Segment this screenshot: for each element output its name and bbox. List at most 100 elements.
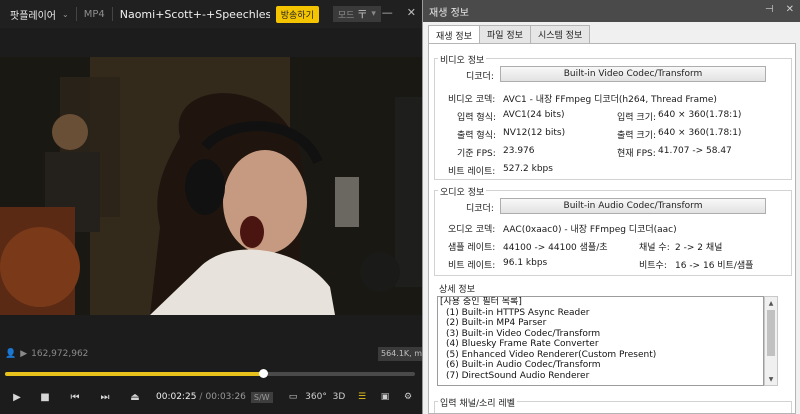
scroll-up-icon[interactable]: ▲ (765, 297, 777, 309)
3d-button[interactable]: 3D (330, 388, 348, 406)
current-fps-label: 현재 FPS: (617, 149, 656, 159)
playback-info-window: 재생 정보 ⊣ ✕ 재생 정보 파일 정보 시스템 정보 비디오 정보 디코더:… (422, 0, 800, 414)
window-controls: 〒 — ✕ (357, 6, 416, 22)
stop-icon[interactable]: ■ (36, 388, 54, 406)
base-fps-value: 23.976 (503, 146, 535, 156)
list-item: (7) DirectSound Audio Renderer (446, 370, 590, 381)
chevron-down-icon[interactable]: ⌄ (62, 10, 69, 19)
list-item: (6) Built-in Audio Codec/Transform (446, 360, 601, 370)
list-item: (2) Built-in MP4 Parser (446, 318, 547, 328)
detail-group-title: 상세 정보 (437, 282, 477, 295)
next-icon[interactable]: ⏭ (96, 388, 114, 406)
time-separator: / (199, 392, 203, 402)
input-channel-group: 입력 채널/소리 레벨 (434, 396, 792, 413)
seek-bar-handle[interactable] (259, 369, 269, 378)
format-label: MP4 (83, 8, 105, 20)
panel-title: 재생 정보 (429, 7, 469, 19)
play-small-icon: ▶ (20, 349, 28, 359)
mode-label: 모드 (337, 10, 355, 21)
audio-decoder-label: 디코더: (466, 204, 494, 214)
audio-decoder-button[interactable]: Built-in Audio Codec/Transform (500, 198, 766, 214)
video-bitrate-value: 527.2 kbps (503, 164, 553, 174)
screen-icon[interactable]: ▭ (284, 388, 302, 406)
capture-icon[interactable]: ▣ (376, 388, 394, 406)
input-format-value: AVC1(24 bits) (503, 110, 565, 120)
channel-count-label: 채널 수: (639, 243, 670, 253)
close-icon[interactable]: ✕ (786, 4, 794, 15)
output-size-label: 출력 크기: (617, 131, 657, 141)
audio-codec-label: 오디오 코덱: (448, 225, 496, 235)
audio-group-title: 오디오 정보 (438, 185, 487, 198)
broadcast-button[interactable]: 방송하기 (275, 5, 319, 23)
list-item: [사용 중인 필터 목록] (440, 297, 522, 307)
audio-bitrate-value: 96.1 kbps (503, 258, 548, 268)
video-group-title: 비디오 정보 (438, 53, 487, 66)
bit-depth-value: 16 -> 16 비트/샘플 (675, 261, 754, 271)
play-icon[interactable]: ▶ (8, 388, 26, 406)
divider (111, 7, 113, 21)
input-channel-group-title: 입력 채널/소리 레벨 (438, 396, 517, 409)
sample-rate-label: 샘플 레이트: (448, 243, 496, 253)
channel-count-value: 2 -> 2 채널 (675, 243, 723, 253)
current-fps-value: 41.707 -> 58.47 (658, 146, 732, 156)
video-info-group: 비디오 정보 디코더: Built-in Video Codec/Transfo… (434, 53, 792, 180)
base-fps-label: 기준 FPS: (457, 149, 496, 159)
user-icon: 👤 (5, 349, 17, 359)
input-size-value: 640 × 360(1.78:1) (658, 110, 742, 120)
video-decoder-label: 디코더: (466, 72, 494, 82)
output-format-value: NV12(12 bits) (503, 128, 566, 138)
status-strip: 👤 ▶ 162,972,962 564.1K, me (0, 346, 422, 362)
output-format-label: 출력 형식: (457, 131, 497, 141)
minimize-icon[interactable]: — (382, 6, 393, 22)
time-total: 00:03:26 (205, 392, 246, 402)
sw-decoder-badge[interactable]: S/W (250, 391, 273, 403)
audio-bitrate-label: 비트 레이트: (448, 261, 496, 271)
divider (75, 7, 77, 21)
panel-titlebar: 재생 정보 ⊣ ✕ (423, 0, 800, 22)
input-format-label: 입력 형식: (457, 113, 497, 123)
info-count: 162,972,962 (31, 349, 89, 359)
video-decoder-button[interactable]: Built-in Video Codec/Transform (500, 66, 766, 82)
previous-icon[interactable]: ⏮ (66, 388, 84, 406)
scroll-down-icon[interactable]: ▼ (765, 373, 777, 385)
list-item: (3) Built-in Video Codec/Transform (446, 328, 601, 339)
seek-bar-fill (5, 372, 264, 376)
settings-icon[interactable]: ⚙ (399, 388, 417, 406)
sample-rate-value: 44100 -> 44100 샘플/초 (503, 243, 608, 253)
tab-content: 비디오 정보 디코더: Built-in Video Codec/Transfo… (428, 43, 796, 414)
audio-codec-value: AAC(0xaac0) - 내장 FFmpeg 디코더(aac) (503, 225, 677, 235)
video-bitrate-label: 비트 레이트: (448, 167, 496, 177)
pin-icon[interactable]: ⊣ (765, 4, 774, 15)
video-codec-label: 비디오 코덱: (448, 95, 496, 105)
list-item: (5) Enhanced Video Renderer(Custom Prese… (446, 349, 657, 360)
video-codec-value: AVC1 - 내장 FFmpeg 디코더(h264, Thread Frame) (503, 95, 717, 105)
time-current: 00:02:25 (156, 392, 197, 402)
tab-file-info[interactable]: 파일 정보 (478, 25, 531, 43)
filter-list[interactable]: [사용 중인 필터 목록] (1) Built-in HTTPS Async R… (437, 296, 764, 386)
tab-bar: 재생 정보 파일 정보 시스템 정보 (428, 25, 591, 44)
media-title: Naomi+Scott+-+Speechless+(fro (119, 7, 270, 21)
close-icon[interactable]: ✕ (407, 6, 416, 22)
playlist-icon[interactable]: ☰ (353, 388, 371, 406)
player-titlebar: 팟플레이어 ⌄ MP4 Naomi+Scott+-+Speechless+(fr… (0, 0, 422, 28)
video-frame[interactable] (0, 57, 422, 315)
filter-list-scrollbar[interactable]: ▲ ▼ (764, 296, 778, 386)
input-size-label: 입력 크기: (617, 113, 657, 123)
audio-info-group: 오디오 정보 디코더: Built-in Audio Codec/Transfo… (434, 185, 792, 276)
tab-system-info[interactable]: 시스템 정보 (529, 25, 591, 43)
right-controls: ▭ 360° 3D ☰ ▣ ⚙ (284, 388, 417, 406)
vr-360-button[interactable]: 360° (305, 388, 327, 406)
playback-controls: ▶ ■ ⏮ ⏭ ⏏ 00:02:25 / 00:03:26 S/W ▭ 360°… (0, 386, 422, 408)
pin-icon[interactable]: 〒 (357, 6, 368, 22)
seek-bar[interactable] (5, 369, 415, 378)
video-image (0, 57, 422, 315)
player-window: 팟플레이어 ⌄ MP4 Naomi+Scott+-+Speechless+(fr… (0, 0, 422, 414)
app-menu-button[interactable]: 팟플레이어 (10, 7, 56, 22)
scroll-thumb[interactable] (767, 310, 775, 356)
list-item: (1) Built-in HTTPS Async Reader (446, 307, 590, 318)
bit-depth-label: 비트수: (639, 261, 667, 271)
tab-playback-info[interactable]: 재생 정보 (428, 25, 480, 44)
bitrate-box: 564.1K, me (378, 347, 422, 361)
list-item: (4) Bluesky Frame Rate Converter (446, 339, 599, 349)
eject-icon[interactable]: ⏏ (126, 388, 144, 406)
